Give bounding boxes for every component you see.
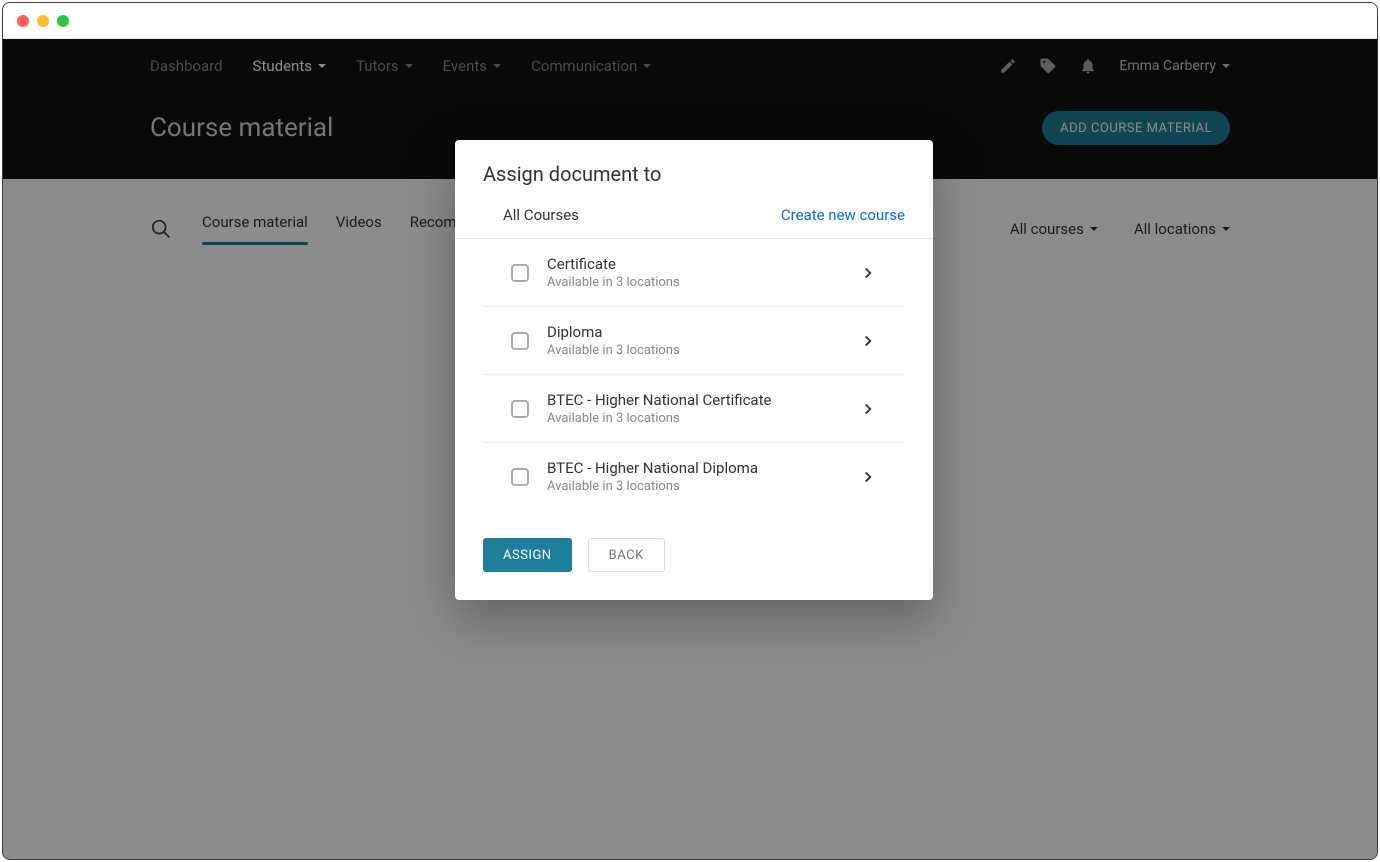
course-text: Diploma Available in 3 locations xyxy=(547,323,859,358)
modal-subheader: All Courses Create new course xyxy=(455,200,933,238)
chevron-right-icon[interactable] xyxy=(859,468,877,486)
course-name: BTEC - Higher National Certificate xyxy=(547,391,859,409)
course-row[interactable]: Diploma Available in 3 locations xyxy=(483,307,905,375)
course-name: BTEC - Higher National Diploma xyxy=(547,459,859,477)
assign-document-modal: Assign document to All Courses Create ne… xyxy=(455,140,933,600)
back-button[interactable]: BACK xyxy=(588,538,665,572)
app-window: Dashboard Students Tutors Events Communi… xyxy=(2,2,1378,860)
window-minimize-icon[interactable] xyxy=(37,15,49,27)
course-text: Certificate Available in 3 locations xyxy=(547,255,859,290)
mac-titlebar xyxy=(3,3,1377,39)
window-close-icon[interactable] xyxy=(17,15,29,27)
chevron-right-icon[interactable] xyxy=(859,332,877,350)
course-sub: Available in 3 locations xyxy=(547,479,859,494)
modal-actions: ASSIGN BACK xyxy=(455,510,933,600)
assign-button[interactable]: ASSIGN xyxy=(483,538,572,572)
course-checkbox[interactable] xyxy=(511,332,529,350)
course-sub: Available in 3 locations xyxy=(547,343,859,358)
course-text: BTEC - Higher National Diploma Available… xyxy=(547,459,859,494)
course-name: Certificate xyxy=(547,255,859,273)
course-checkbox[interactable] xyxy=(511,468,529,486)
course-list: Certificate Available in 3 locations Dip… xyxy=(455,239,933,510)
chevron-right-icon[interactable] xyxy=(859,400,877,418)
course-row[interactable]: Certificate Available in 3 locations xyxy=(483,239,905,307)
course-sub: Available in 3 locations xyxy=(547,275,859,290)
course-sub: Available in 3 locations xyxy=(547,411,859,426)
course-checkbox[interactable] xyxy=(511,264,529,282)
course-name: Diploma xyxy=(547,323,859,341)
chevron-right-icon[interactable] xyxy=(859,264,877,282)
modal-title: Assign document to xyxy=(455,140,933,200)
create-new-course-link[interactable]: Create new course xyxy=(781,206,905,224)
course-checkbox[interactable] xyxy=(511,400,529,418)
window-zoom-icon[interactable] xyxy=(57,15,69,27)
modal-subtitle: All Courses xyxy=(503,206,579,224)
course-row[interactable]: BTEC - Higher National Diploma Available… xyxy=(483,443,905,510)
course-row[interactable]: BTEC - Higher National Certificate Avail… xyxy=(483,375,905,443)
course-text: BTEC - Higher National Certificate Avail… xyxy=(547,391,859,426)
